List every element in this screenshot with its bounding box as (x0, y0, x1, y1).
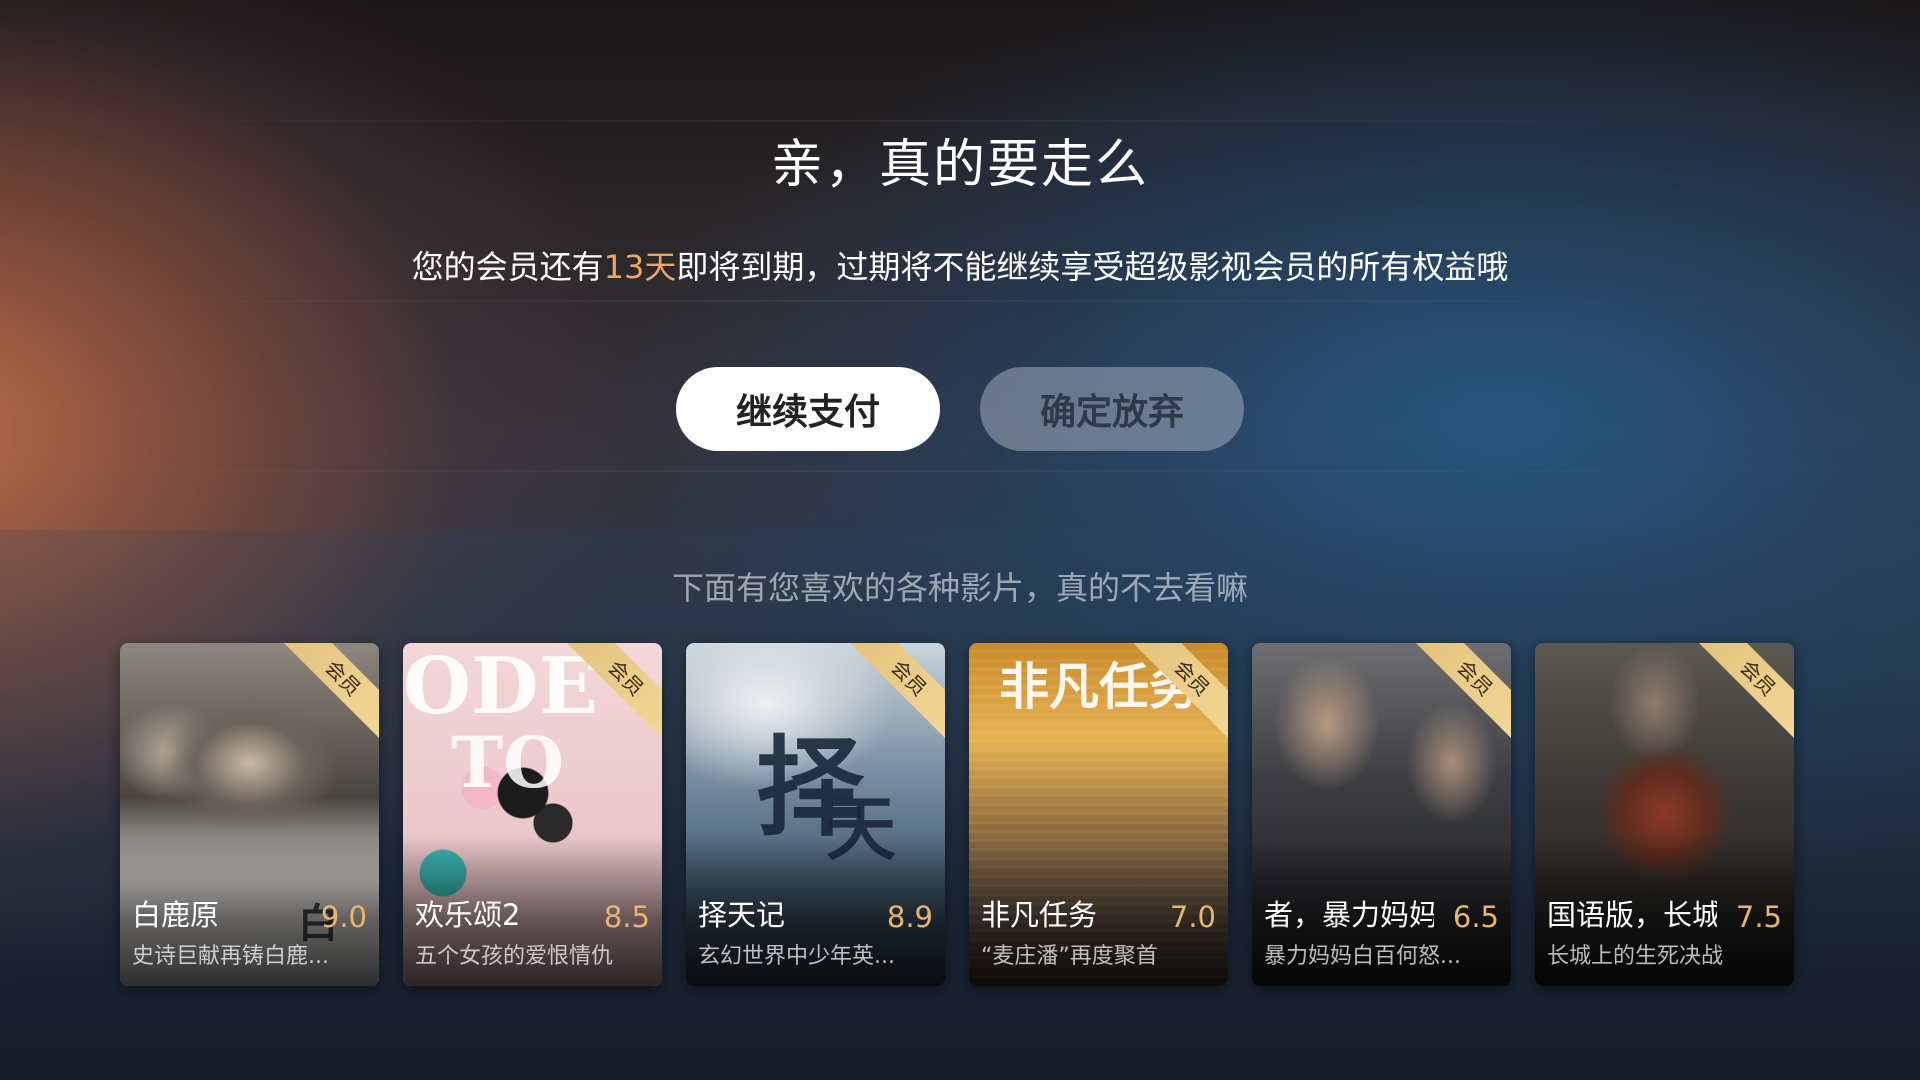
movie-description: 玄幻世界中少年英... (698, 944, 895, 969)
poster-logo-icon: ODE (403, 643, 599, 732)
movie-description: “麦庄潘”再度聚首 (981, 944, 1158, 969)
movie-card[interactable]: 会员 者，暴力妈妈 6.5 暴力妈妈白百何怒... (1252, 643, 1511, 986)
movie-description: 长城上的生死决战 (1547, 944, 1724, 969)
expiry-message-prefix: 您的会员还有 (411, 248, 604, 286)
movie-card[interactable]: 非凡任务 会员 非凡任务 7.0 “麦庄潘”再度聚首 (969, 643, 1228, 986)
movie-score: 8.9 (886, 900, 933, 934)
expiry-message-suffix: 即将到期，过期将不能继续享受超级影视会员的所有权益哦 (676, 248, 1509, 286)
expiry-message: 您的会员还有13天即将到期，过期将不能继续享受超级影视会员的所有权益哦 (0, 242, 1920, 288)
movie-title: 欢乐颂2 (415, 898, 521, 932)
movie-score: 8.5 (603, 900, 650, 934)
remaining-days: 13天 (603, 248, 677, 286)
poster-logo-icon: TO (451, 721, 565, 804)
movie-card[interactable]: 择 天 会员 择天记 8.9 玄幻世界中少年英... (686, 643, 945, 986)
movie-title: 者，暴力妈妈 (1264, 898, 1434, 932)
movie-score: 6.5 (1452, 900, 1499, 934)
movie-score: 9.0 (320, 900, 367, 934)
exit-retention-screen: 亲，真的要走么 您的会员还有13天即将到期，过期将不能继续享受超级影视会员的所有… (0, 0, 1920, 1080)
movie-title: 白鹿原 (132, 898, 220, 932)
movie-description: 五个女孩的爱恨情仇 (415, 944, 614, 969)
page-title: 亲，真的要走么 (770, 135, 1149, 195)
movie-card[interactable]: 会员 国语版，长城 7.5 长城上的生死决战 (1535, 643, 1794, 986)
movie-title: 非凡任务 (981, 898, 1098, 932)
movie-description: 史诗巨献再铸白鹿... (132, 944, 329, 969)
background-streak (0, 300, 1920, 302)
movie-description: 暴力妈妈白百何怒... (1264, 944, 1461, 969)
movie-card[interactable]: ODE TO 会员 欢乐颂2 8.5 五个女孩的爱恨情仇 (403, 643, 662, 986)
movie-title: 择天记 (698, 898, 786, 932)
movie-card[interactable]: 白 会员 白鹿原 9.0 史诗巨献再铸白鹿... (120, 643, 379, 986)
recommend-heading: 下面有您喜欢的各种影片，真的不去看嘛 (671, 569, 1248, 607)
continue-payment-button[interactable]: 继续支付 (676, 367, 940, 451)
movie-title: 国语版，长城 (1547, 898, 1717, 932)
confirm-abandon-button[interactable]: 确定放弃 (980, 367, 1244, 451)
movie-score: 7.0 (1169, 900, 1216, 934)
movie-score: 7.5 (1735, 900, 1782, 934)
background-streak (0, 470, 1920, 472)
